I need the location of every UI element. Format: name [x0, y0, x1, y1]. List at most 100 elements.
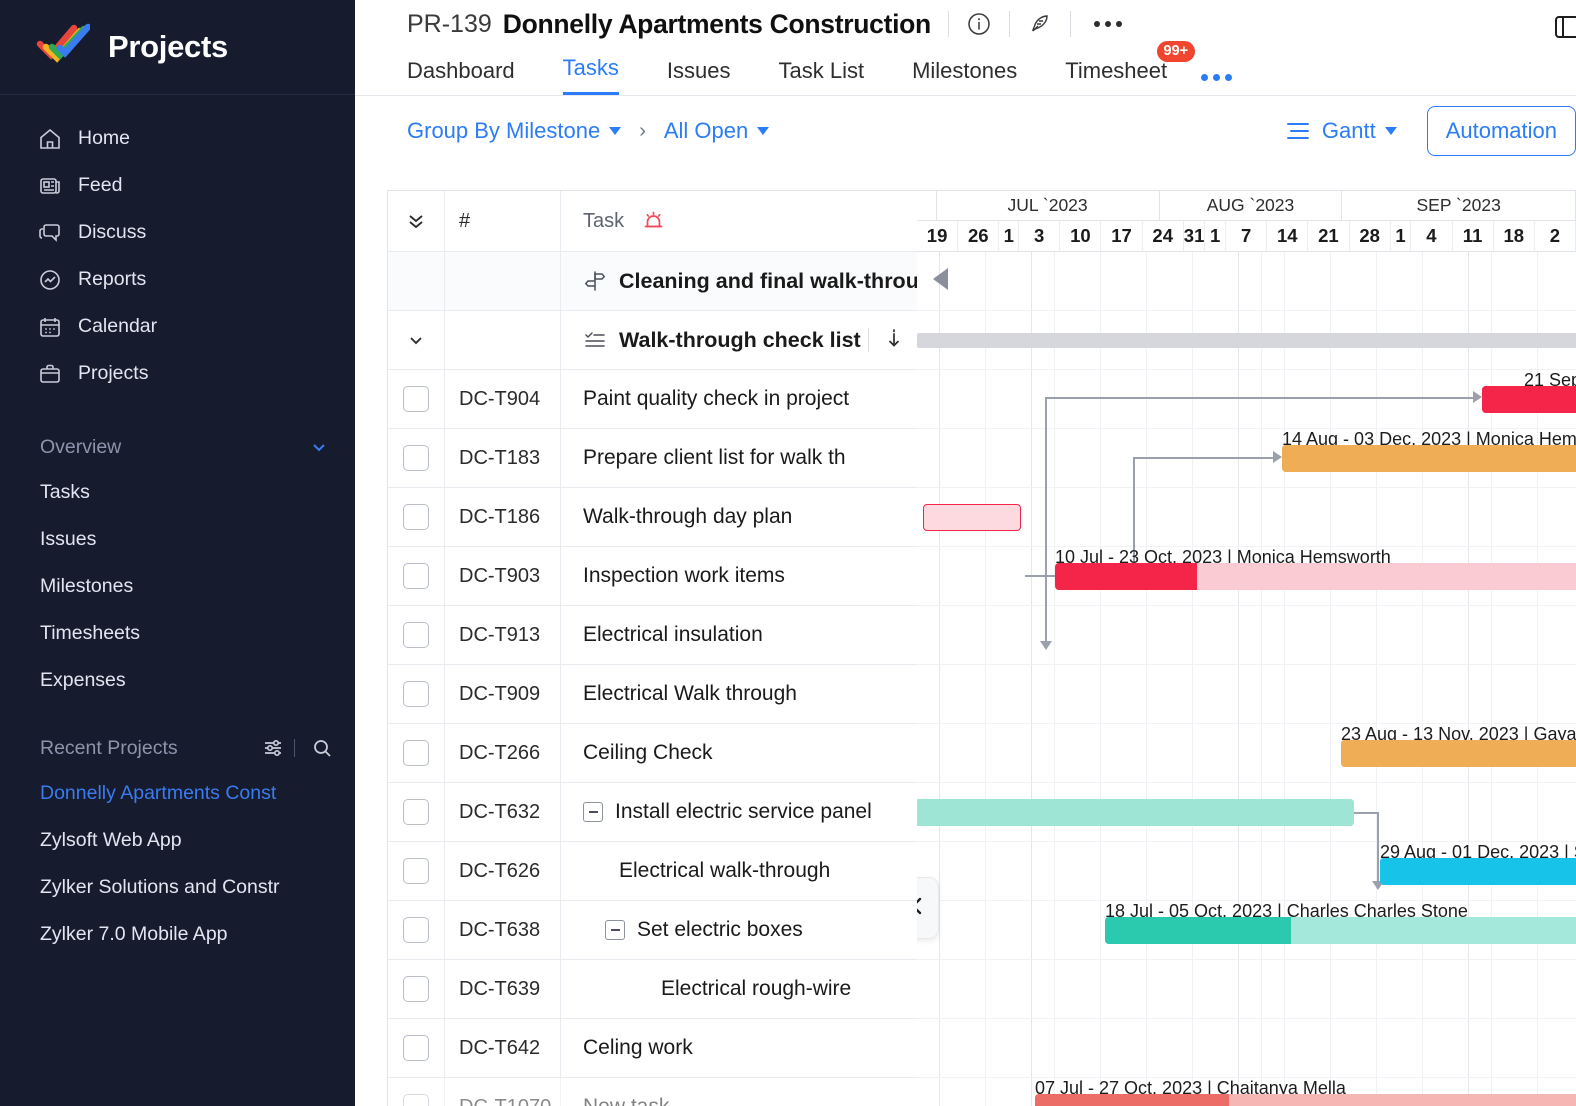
recent-project-donnelly[interactable]: Donnelly Apartments Const	[0, 770, 355, 817]
group-by-dropdown[interactable]: Group By Milestone	[407, 118, 621, 144]
tab-timesheet[interactable]: Timesheet 99+	[1065, 58, 1167, 95]
summary-bar[interactable]	[917, 333, 1576, 348]
task-id: DC-T639	[445, 960, 561, 1018]
tab-tasks[interactable]: Tasks	[563, 55, 619, 95]
row-checkbox[interactable]	[403, 1035, 429, 1061]
arrow-down-icon[interactable]	[883, 327, 905, 354]
row-checkbox[interactable]	[403, 1094, 429, 1106]
table-row[interactable]: DC-T183 Prepare client list for walk th	[388, 429, 917, 488]
row-checkbox[interactable]	[403, 858, 429, 884]
day-tick: 19	[917, 221, 958, 251]
row-checkbox[interactable]	[403, 445, 429, 471]
recent-project-zylsoft[interactable]: Zylsoft Web App	[0, 817, 355, 864]
task-id: DC-T632	[445, 783, 561, 841]
gantt-bar[interactable]	[1105, 917, 1576, 944]
row-checkbox[interactable]	[403, 504, 429, 530]
row-checkbox[interactable]	[403, 740, 429, 766]
gantt-bar[interactable]	[1035, 1094, 1576, 1106]
collapse-subtask-icon[interactable]	[583, 802, 603, 822]
divider	[294, 739, 295, 757]
feather-icon[interactable]	[1027, 11, 1053, 37]
sidebar-item-calendar[interactable]: Calendar	[0, 303, 355, 350]
tab-milestones[interactable]: Milestones	[912, 58, 1017, 95]
gantt-list-icon[interactable]	[1285, 119, 1311, 143]
table-row[interactable]: DC-T642 Celing work	[388, 1019, 917, 1078]
task-id: DC-T903	[445, 547, 561, 605]
sidebar-item-issues[interactable]: Issues	[0, 516, 355, 563]
row-checkbox[interactable]	[403, 681, 429, 707]
row-checkbox[interactable]	[403, 563, 429, 589]
row-checkbox[interactable]	[403, 917, 429, 943]
alarm-icon[interactable]	[642, 210, 665, 233]
chevron-down-icon[interactable]	[309, 437, 329, 457]
filter-dropdown[interactable]: All Open	[664, 118, 769, 144]
tab-task-list[interactable]: Task List	[778, 58, 864, 95]
automation-button[interactable]: Automation	[1427, 106, 1576, 156]
gantt-bar[interactable]	[1341, 740, 1576, 767]
view-toolbar: Group By Milestone › All Open Gantt Auto…	[355, 96, 1576, 166]
table-row[interactable]: DC-T904 Paint quality check in project	[388, 370, 917, 429]
sidebar-item-feed[interactable]: Feed	[0, 162, 355, 209]
collapse-subtask-icon[interactable]	[605, 920, 625, 940]
row-checkbox[interactable]	[403, 386, 429, 412]
sidebar-item-milestones[interactable]: Milestones	[0, 563, 355, 610]
recent-project-zylker-solutions[interactable]: Zylker Solutions and Constr	[0, 864, 355, 911]
recent-project-zylker-mobile[interactable]: Zylker 7.0 Mobile App	[0, 911, 355, 958]
task-id: DC-T266	[445, 724, 561, 782]
tab-issues[interactable]: Issues	[667, 58, 731, 95]
tasklist-row[interactable]: Walk-through check list	[388, 311, 917, 370]
overview-section-header[interactable]: Overview	[0, 425, 355, 469]
table-row[interactable]: DC-T909 Electrical Walk through	[388, 665, 917, 724]
gantt-bar[interactable]	[1055, 563, 1576, 590]
milestone-row[interactable]: Cleaning and final walk-through	[388, 252, 917, 311]
task-table: # Task Cleaning and	[387, 190, 917, 1106]
column-header-task-label: Task	[583, 210, 624, 233]
task-name: Electrical walk-through	[619, 859, 830, 883]
tab-bar: Dashboard Tasks Issues Task List Milesto…	[355, 48, 1576, 96]
table-row[interactable]: DC-T913 Electrical insulation	[388, 606, 917, 665]
sidebar-item-home[interactable]: Home	[0, 115, 355, 162]
task-gantt-grid: # Task Cleaning and	[387, 190, 1576, 1106]
sidebar-item-tasks[interactable]: Tasks	[0, 469, 355, 516]
search-icon[interactable]	[311, 737, 333, 759]
sidebar-item-reports[interactable]: Reports	[0, 256, 355, 303]
table-row[interactable]: DC-T186 Walk-through day plan	[388, 488, 917, 547]
table-row[interactable]: DC-T632 Install electric service panel	[388, 783, 917, 842]
more-horizontal-icon[interactable]	[1094, 21, 1122, 27]
row-checkbox[interactable]	[403, 622, 429, 648]
view-switch-dropdown[interactable]: Gantt	[1322, 118, 1397, 144]
chevron-left-icon	[917, 894, 929, 923]
info-icon[interactable]	[966, 11, 992, 37]
panel-icon[interactable]	[1552, 12, 1576, 42]
table-row[interactable]: DC-T903 Inspection work items	[388, 547, 917, 606]
table-row[interactable]: DC-T639 Electrical rough-wire	[388, 960, 917, 1019]
tab-dashboard[interactable]: Dashboard	[407, 58, 515, 95]
row-checkbox[interactable]	[403, 976, 429, 1002]
tasklist-expand-toggle[interactable]	[388, 311, 445, 369]
gantt-bar[interactable]	[1282, 445, 1576, 472]
table-row[interactable]: DC-T1070 New task	[388, 1078, 917, 1106]
primary-nav: Home Feed Discuss Reports	[0, 95, 355, 397]
table-row[interactable]: DC-T638 Set electric boxes	[388, 901, 917, 960]
gantt-bar[interactable]	[1482, 386, 1576, 413]
sliders-icon[interactable]	[262, 737, 284, 759]
gantt-bar[interactable]	[923, 504, 1021, 531]
expand-all-button[interactable]	[388, 191, 445, 251]
row-checkbox[interactable]	[403, 799, 429, 825]
table-row[interactable]: DC-T266 Ceiling Check	[388, 724, 917, 783]
gantt-bar[interactable]	[917, 799, 1354, 826]
sidebar-item-projects[interactable]: Projects	[0, 350, 355, 397]
more-tabs-icon[interactable]	[1201, 74, 1232, 95]
sidebar-item-expenses[interactable]: Expenses	[0, 657, 355, 704]
collapse-panel-button[interactable]	[917, 877, 939, 939]
milestone-marker[interactable]	[933, 268, 948, 290]
briefcase-icon	[38, 362, 62, 386]
gantt-bar[interactable]	[1380, 858, 1576, 885]
sidebar: Projects Home Feed Discuss	[0, 0, 355, 1106]
gantt-canvas: 21 Sep 14 Aug - 03 Dec, 2023 | Monica He…	[917, 252, 1576, 1106]
sidebar-item-discuss[interactable]: Discuss	[0, 209, 355, 256]
task-name: Paint quality check in project	[583, 387, 849, 411]
task-name: New task	[583, 1095, 669, 1106]
table-row[interactable]: DC-T626 Electrical walk-through	[388, 842, 917, 901]
sidebar-item-timesheets[interactable]: Timesheets	[0, 610, 355, 657]
